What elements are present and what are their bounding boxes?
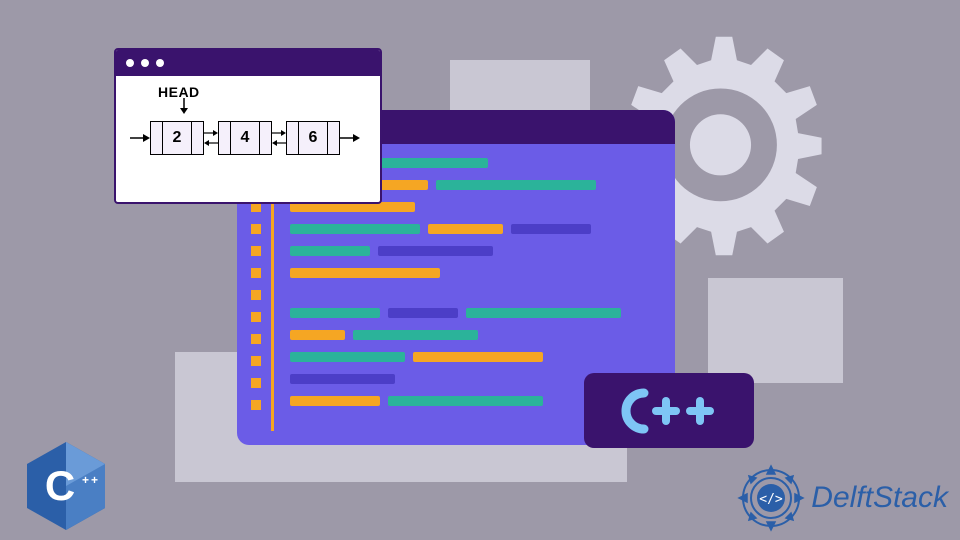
svg-text:+: + (82, 473, 89, 487)
head-arrow-icon (178, 98, 190, 114)
svg-text:</>: </> (760, 492, 784, 507)
node-value: 2 (163, 122, 191, 154)
list-node: 4 (218, 121, 272, 155)
node-value: 6 (299, 122, 327, 154)
list-node: 2 (150, 121, 204, 155)
brand-name: DelftStack (811, 481, 948, 515)
window-dot (156, 59, 164, 67)
arrow-icon (272, 121, 286, 155)
exit-arrow-icon (340, 133, 360, 143)
entry-arrow-icon (130, 133, 150, 143)
delftstack-badge-icon: </> (737, 464, 805, 532)
cpp-hex-logo: C + + (27, 442, 105, 530)
prev-ptr (219, 122, 231, 154)
delftstack-logo: </> DelftStack (737, 464, 948, 532)
list-node: 6 (286, 121, 340, 155)
window-dot (141, 59, 149, 67)
svg-text:+: + (91, 473, 98, 487)
linked-body: HEAD 2 4 (116, 76, 380, 167)
next-ptr (191, 122, 203, 154)
svg-text:C: C (45, 462, 75, 509)
arrow-icon (204, 121, 218, 155)
list-row: 2 4 6 (130, 121, 366, 155)
window-dot (126, 59, 134, 67)
linked-list-window: HEAD 2 4 (114, 48, 382, 204)
prev-ptr (287, 122, 299, 154)
cpp-badge (584, 373, 754, 448)
bg-rect-right (708, 278, 843, 383)
next-ptr (327, 122, 339, 154)
node-value: 4 (231, 122, 259, 154)
prev-ptr (151, 122, 163, 154)
linked-titlebar (116, 50, 380, 76)
next-ptr (259, 122, 271, 154)
